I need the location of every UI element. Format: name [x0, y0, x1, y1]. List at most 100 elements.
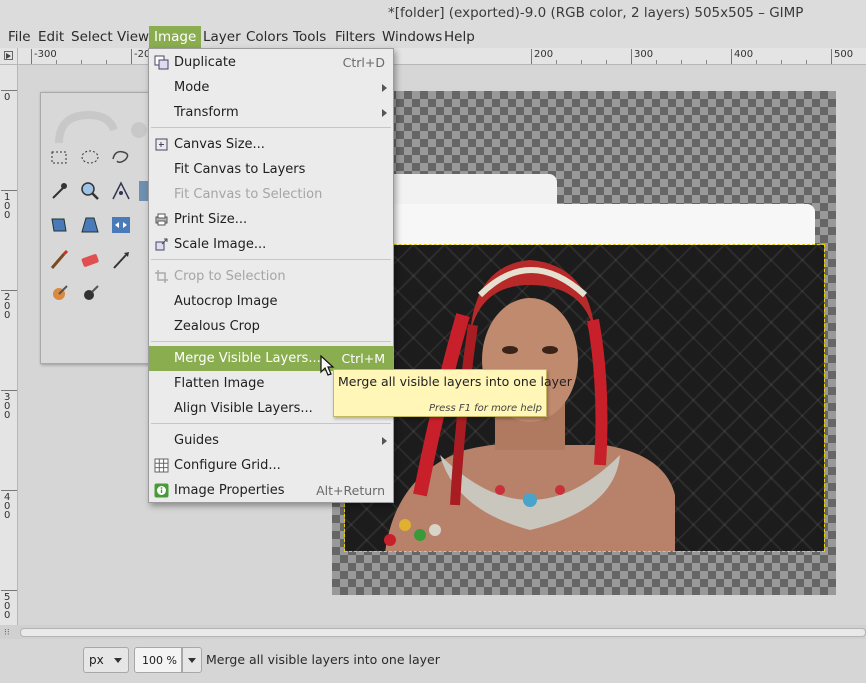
ruler-tick — [31, 49, 32, 64]
align-icon[interactable] — [47, 213, 71, 237]
ellipse-select-icon[interactable] — [78, 145, 102, 169]
ruler-minor-tick — [556, 60, 557, 64]
duplicate-icon — [154, 55, 169, 70]
menu-item-duplicate[interactable]: Duplicate Ctrl+D — [149, 50, 393, 75]
ruler-minor-tick — [681, 60, 682, 64]
smudge-icon[interactable] — [47, 282, 71, 306]
ruler-minor-tick — [581, 60, 582, 64]
ruler-tick — [631, 49, 632, 64]
ruler-tick — [1, 290, 17, 291]
menu-item-label: Guides — [174, 433, 219, 448]
menu-separator — [151, 259, 391, 260]
quick-mask-toggle[interactable] — [0, 48, 18, 65]
ruler-label: -300 — [34, 49, 57, 60]
menubar: File Edit Select View Image Layer Colors… — [0, 26, 866, 48]
vertical-ruler[interactable]: 0 100 200 300 400 500 — [0, 65, 18, 625]
submenu-arrow-icon — [382, 109, 387, 117]
zoom-input[interactable]: 100 % — [134, 647, 182, 673]
menu-item-transform[interactable]: Transform — [149, 100, 393, 125]
ruler-minor-tick — [756, 60, 757, 64]
menu-item-label: Merge Visible Layers... — [174, 351, 321, 366]
menu-item-canvas-size[interactable]: Canvas Size... — [149, 132, 393, 157]
ruler-tick — [831, 49, 832, 64]
horizontal-ruler[interactable]: -300 -20 200 300 400 500 — [18, 48, 866, 65]
ruler-tick — [731, 49, 732, 64]
submenu-arrow-icon — [382, 84, 387, 92]
menu-item-label: Mode — [174, 80, 210, 95]
menu-item-fit-canvas-to-layers[interactable]: Fit Canvas to Layers — [149, 157, 393, 182]
zoom-value: 100 % — [142, 654, 177, 667]
ruler-minor-tick — [81, 60, 82, 64]
menu-item-crop-to-selection[interactable]: Crop to Selection — [149, 264, 393, 289]
menu-item-label: Fit Canvas to Selection — [174, 187, 323, 202]
rect-select-icon[interactable] — [47, 145, 71, 169]
menu-item-scale-image[interactable]: Scale Image... — [149, 232, 393, 257]
zoom-dropdown-button[interactable] — [182, 647, 202, 673]
menu-separator — [151, 127, 391, 128]
menu-item-label: Scale Image... — [174, 237, 267, 252]
scrollbar-thumb[interactable] — [20, 628, 866, 637]
menu-item-print-size[interactable]: Print Size... — [149, 207, 393, 232]
scale-icon — [155, 238, 168, 251]
ruler-tick — [131, 49, 132, 64]
menu-item-mode[interactable]: Mode — [149, 75, 393, 100]
menu-item-label: Autocrop Image — [174, 294, 278, 309]
menu-edit[interactable]: Edit — [33, 26, 69, 48]
eraser-icon[interactable] — [78, 248, 102, 272]
ruler-minor-tick — [106, 60, 107, 64]
zoom-icon[interactable] — [78, 179, 102, 203]
chevron-down-icon — [114, 658, 122, 663]
dodge-burn-icon[interactable] — [78, 282, 102, 306]
menu-view[interactable]: View — [112, 26, 154, 48]
ruler-tick — [1, 590, 17, 591]
ruler-tick — [1, 90, 17, 91]
color-picker-icon[interactable] — [47, 179, 71, 203]
ruler-label: 300 — [4, 392, 11, 421]
menu-filters[interactable]: Filters — [330, 26, 380, 48]
crop-icon — [155, 270, 168, 283]
menu-file[interactable]: File — [3, 26, 36, 48]
navigate-icon[interactable]: ⁝⁝ — [4, 628, 10, 638]
ruler-minor-tick — [656, 60, 657, 64]
menu-item-zealous-crop[interactable]: Zealous Crop — [149, 314, 393, 339]
ruler-label: 0 — [4, 92, 11, 103]
menu-item-label: Crop to Selection — [174, 269, 286, 284]
menu-item-image-properties[interactable]: Image Properties Alt+Return — [149, 478, 393, 503]
menu-item-label: Configure Grid... — [174, 458, 281, 473]
menu-separator — [151, 341, 391, 342]
ruler-label: 300 — [634, 49, 654, 60]
ruler-label: 500 — [834, 49, 854, 60]
tooltip: Merge all visible layers into one layer … — [333, 369, 572, 417]
ruler-label: 100 — [4, 192, 11, 221]
menu-item-configure-grid[interactable]: Configure Grid... — [149, 453, 393, 478]
flip-icon[interactable] — [109, 213, 133, 237]
menu-item-label: Print Size... — [174, 212, 248, 227]
menu-item-autocrop-image[interactable]: Autocrop Image — [149, 289, 393, 314]
ruler-minor-tick — [781, 60, 782, 64]
free-select-icon[interactable] — [109, 145, 133, 169]
menu-help[interactable]: Help — [439, 26, 480, 48]
menu-windows[interactable]: Windows — [377, 26, 447, 48]
menu-item-guides[interactable]: Guides — [149, 428, 393, 453]
horizontal-scrollbar[interactable]: ⁝⁝ — [0, 625, 866, 639]
menu-separator — [151, 423, 391, 424]
menu-image[interactable]: Image — [149, 26, 202, 48]
unit-selector[interactable]: px — [83, 647, 129, 673]
menu-colors[interactable]: Colors — [241, 26, 293, 48]
perspective-icon[interactable] — [78, 213, 102, 237]
ruler-label: 200 — [534, 49, 554, 60]
menu-layer[interactable]: Layer — [198, 26, 246, 48]
menu-item-merge-visible-layers[interactable]: Merge Visible Layers... Ctrl+M — [149, 346, 393, 371]
menu-select[interactable]: Select — [66, 26, 118, 48]
menu-item-shortcut: Ctrl+D — [342, 55, 385, 70]
menu-tools[interactable]: Tools — [288, 26, 331, 48]
chevron-down-icon — [188, 658, 196, 663]
ink-icon[interactable] — [109, 248, 133, 272]
ruler-label: 400 — [4, 492, 11, 521]
submenu-arrow-icon — [382, 437, 387, 445]
printer-icon — [155, 213, 168, 226]
paintbrush-icon[interactable] — [47, 248, 71, 272]
grid-icon — [154, 458, 169, 473]
measure-icon[interactable] — [109, 179, 133, 203]
menu-item-fit-canvas-to-selection[interactable]: Fit Canvas to Selection — [149, 182, 393, 207]
